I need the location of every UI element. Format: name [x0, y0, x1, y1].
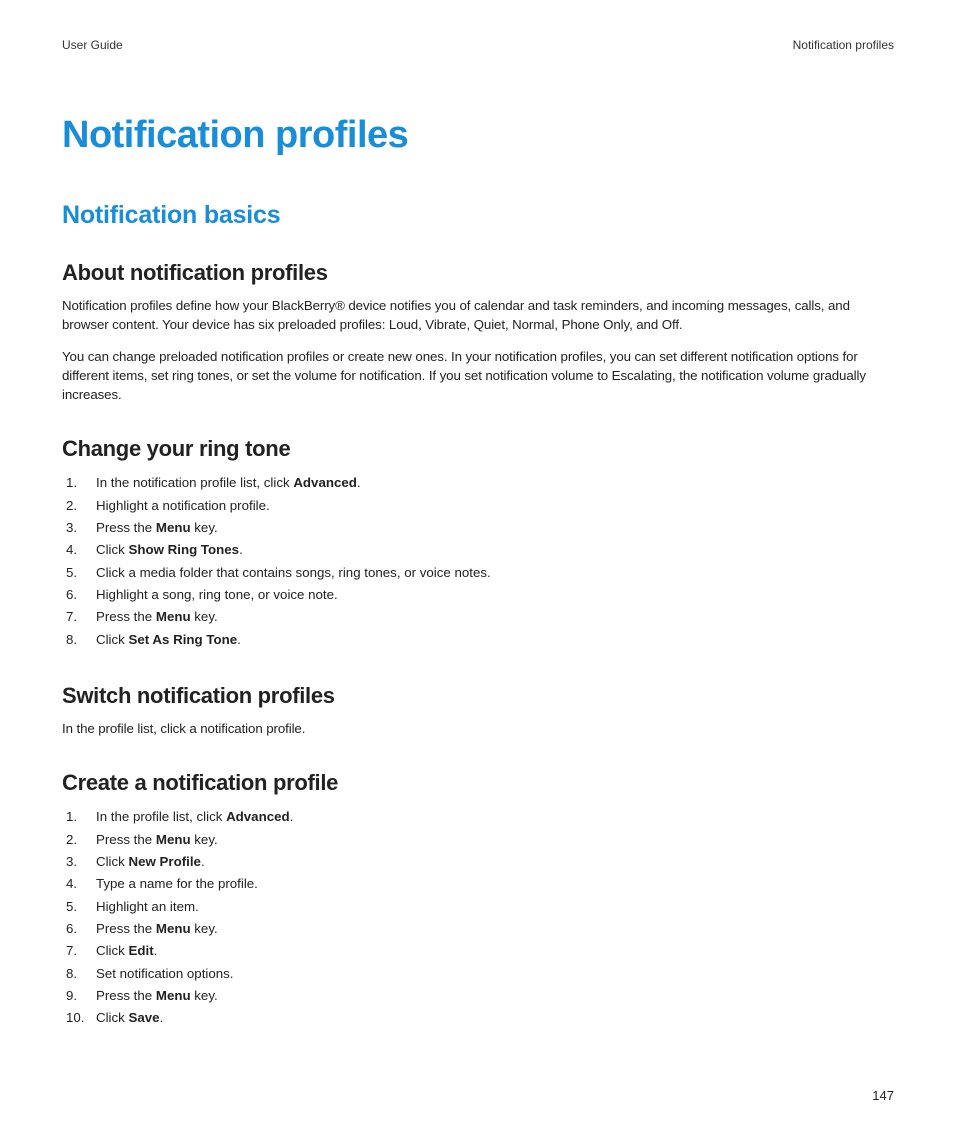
create-profile-steps: In the profile list, click Advanced. Pre…: [62, 806, 894, 1029]
switch-profiles-heading: Switch notification profiles: [62, 683, 894, 709]
about-heading: About notification profiles: [62, 260, 894, 286]
about-paragraph-1: Notification profiles define how your Bl…: [62, 296, 894, 335]
list-item: Press the Menu key.: [62, 517, 894, 539]
list-item: Set notification options.: [62, 963, 894, 985]
list-item: Click Show Ring Tones.: [62, 539, 894, 561]
list-item: Click Edit.: [62, 940, 894, 962]
switch-profiles-paragraph: In the profile list, click a notificatio…: [62, 719, 894, 738]
list-item: In the notification profile list, click …: [62, 472, 894, 494]
list-item: Click Save.: [62, 1007, 894, 1029]
list-item: Type a name for the profile.: [62, 873, 894, 895]
change-ringtone-steps: In the notification profile list, click …: [62, 472, 894, 651]
list-item: Press the Menu key.: [62, 918, 894, 940]
list-item: Click New Profile.: [62, 851, 894, 873]
about-paragraph-2: You can change preloaded notification pr…: [62, 347, 894, 405]
page-title: Notification profiles: [62, 114, 894, 157]
change-ringtone-heading: Change your ring tone: [62, 436, 894, 462]
list-item: Click Set As Ring Tone.: [62, 629, 894, 651]
list-item: Press the Menu key.: [62, 985, 894, 1007]
section-title: Notification basics: [62, 201, 894, 230]
list-item: Press the Menu key.: [62, 829, 894, 851]
header-left: User Guide: [62, 38, 123, 52]
create-profile-heading: Create a notification profile: [62, 770, 894, 796]
page-number: 147: [872, 1088, 894, 1103]
list-item: Highlight a song, ring tone, or voice no…: [62, 584, 894, 606]
list-item: Click a media folder that contains songs…: [62, 562, 894, 584]
list-item: Highlight an item.: [62, 896, 894, 918]
list-item: Press the Menu key.: [62, 606, 894, 628]
header-right: Notification profiles: [793, 38, 894, 52]
list-item: In the profile list, click Advanced.: [62, 806, 894, 828]
page-header: User Guide Notification profiles: [62, 38, 894, 52]
list-item: Highlight a notification profile.: [62, 495, 894, 517]
